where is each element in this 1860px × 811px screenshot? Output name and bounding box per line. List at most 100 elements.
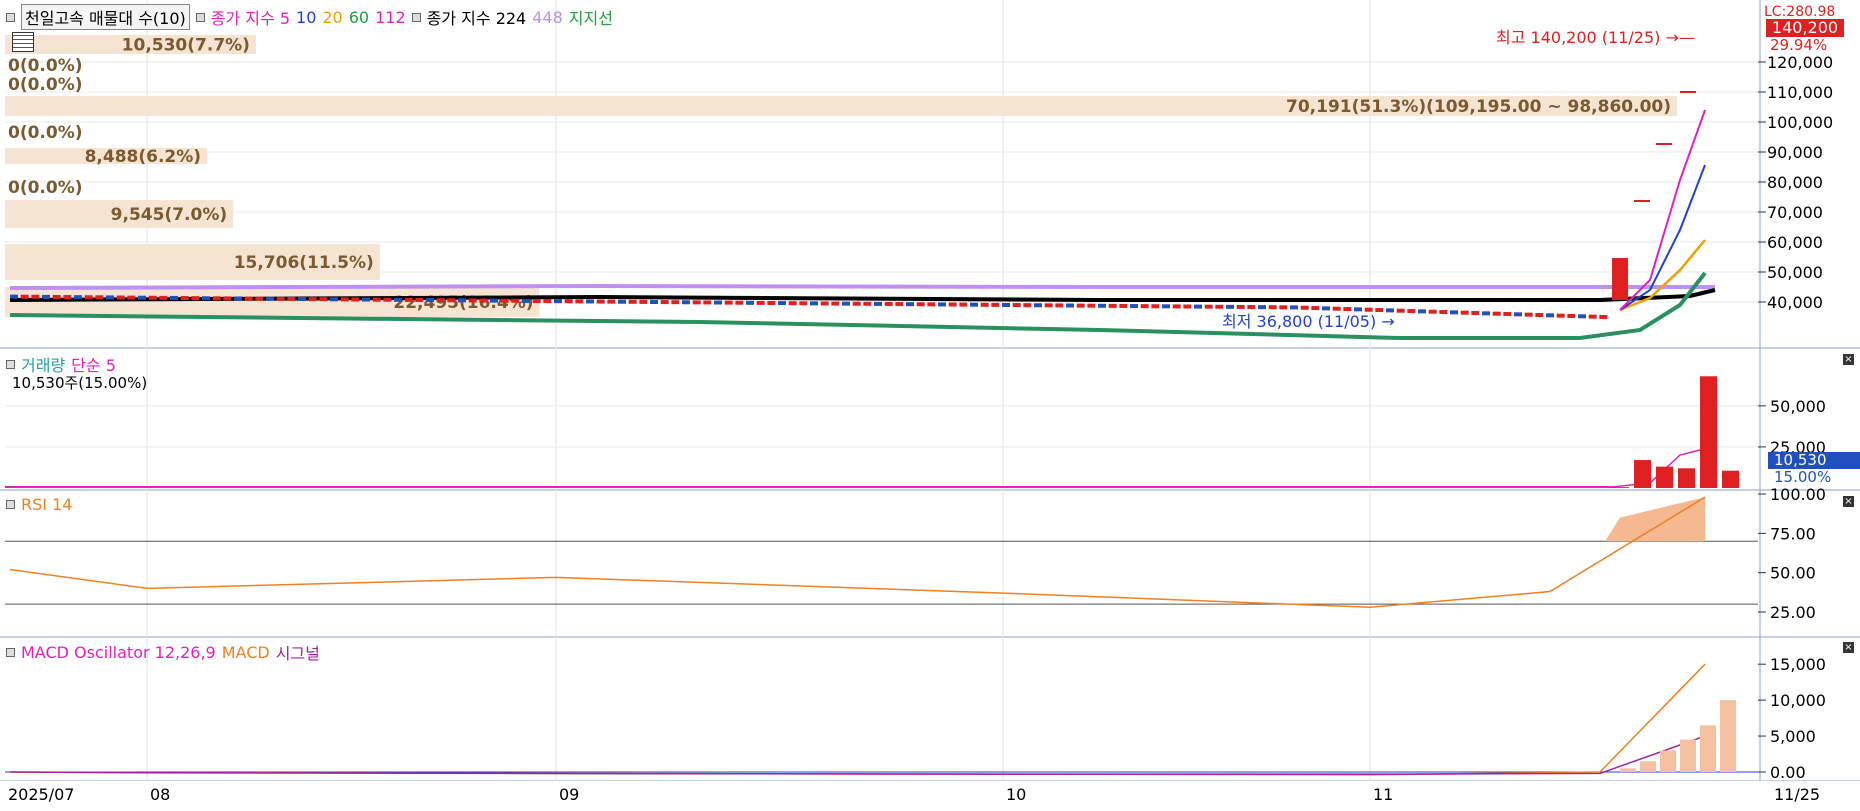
y-tick-label: 60,000 [1767, 233, 1823, 252]
x-current-label: 11/25 [1774, 785, 1820, 804]
ma448-line [9, 283, 1715, 290]
volume-profile-label: 0(0.0%) [8, 75, 83, 95]
candle [1578, 314, 1586, 319]
candle [244, 296, 253, 301]
y-tick-label: 100,000 [1767, 113, 1833, 132]
candle [490, 298, 498, 303]
candle [714, 300, 722, 305]
chart-window: 10,530(7.7%) 0(0.0%) 0(0.0%) 70,191(51.3%)(… [0, 0, 1860, 811]
table-icon[interactable] [12, 32, 34, 52]
legend-item: 112 [375, 7, 406, 27]
candle [1194, 304, 1202, 309]
candle [906, 302, 914, 307]
candle [1612, 258, 1628, 300]
candle [703, 300, 712, 305]
macd-histogram-bar [1620, 768, 1636, 772]
y-tick-label: 100.00 [1770, 485, 1826, 504]
candle [1450, 310, 1458, 315]
candle [340, 297, 349, 302]
y-tick-label: 50.00 [1770, 564, 1816, 583]
y-tick-label: 80,000 [1767, 173, 1823, 192]
volume-bar [1612, 487, 1629, 488]
y-tick-label: 50,000 [1767, 263, 1823, 282]
candle [756, 300, 765, 305]
volume-profile-label: 10,530(7.7%) [122, 36, 250, 56]
candle [628, 299, 637, 304]
last-price-label: 140,200 [1766, 19, 1844, 37]
price-panel-title[interactable]: 천일고속 매물대 수(10) [21, 4, 190, 30]
candle [831, 301, 840, 306]
volume-profile-label: 70,191(51.3%)(109,195.00 ~ 98,860.00) [1286, 97, 1671, 117]
candle [1012, 303, 1021, 308]
candle [20, 294, 29, 299]
candle [1492, 311, 1501, 316]
close-icon[interactable]: × [1843, 642, 1854, 653]
candle [810, 301, 818, 306]
candle [884, 301, 893, 306]
candle [10, 294, 18, 299]
candle [1130, 304, 1138, 309]
candle [692, 300, 701, 305]
candle [479, 298, 488, 303]
collapse-icon[interactable] [6, 359, 15, 369]
collapse-icon[interactable] [6, 647, 15, 657]
candle [970, 302, 978, 307]
collapse-icon[interactable] [411, 12, 421, 22]
legend-item: MACD Oscillator 12,26,9 [21, 642, 216, 662]
candle [202, 296, 210, 301]
candle [1482, 311, 1490, 316]
macd-legend: MACD Oscillator 12,26,9 MACD 시그널 [6, 640, 320, 664]
candle [127, 295, 136, 300]
candle [1087, 303, 1096, 308]
candle [511, 298, 520, 303]
candle [1055, 303, 1064, 308]
candle [95, 295, 104, 300]
low-label: 최저 36,800 (11/05) [1222, 312, 1377, 331]
candle [778, 301, 786, 306]
candle [447, 298, 456, 303]
candle [1396, 308, 1405, 313]
volume-profile-label: 0(0.0%) [8, 178, 83, 198]
candle [1514, 312, 1522, 317]
y-tick-label: 10,000 [1770, 691, 1826, 710]
candle [42, 294, 50, 299]
stock-chart[interactable]: 10,530(7.7%)0(0.0%)0(0.0%)70,191(51.3%)(… [0, 0, 1860, 811]
candle [287, 296, 296, 301]
candle [874, 301, 882, 306]
volume-profile-label: 0(0.0%) [8, 123, 83, 143]
candle [308, 297, 317, 302]
candle [1503, 312, 1512, 316]
volume-bar [1678, 468, 1695, 488]
candle [31, 294, 40, 299]
collapse-icon[interactable] [6, 500, 15, 509]
candle [298, 297, 306, 302]
candle [191, 296, 200, 301]
volume-profile-label: 0(0.0%) [8, 56, 83, 76]
x-tick-label: 08 [150, 785, 170, 804]
close-icon[interactable]: × [1843, 354, 1854, 365]
close-icon[interactable]: × [1843, 496, 1854, 507]
legend-item: 10 [296, 7, 317, 27]
volume-profile-label: 8,488(6.2%) [85, 147, 201, 167]
candle [948, 302, 957, 307]
candle [52, 294, 61, 299]
candle [852, 301, 861, 306]
candle [1002, 302, 1010, 307]
candle [618, 299, 626, 304]
candle [1044, 303, 1053, 308]
candle [564, 299, 573, 304]
legend-item: 60 [348, 7, 370, 27]
candle [639, 299, 648, 304]
candle [223, 296, 232, 301]
candle [1439, 310, 1448, 315]
candle [842, 301, 850, 306]
candle [1524, 312, 1533, 317]
candle [1023, 303, 1032, 308]
candle [1418, 309, 1426, 314]
y-tick-label: 50,000 [1770, 397, 1826, 416]
candle [180, 296, 189, 301]
collapse-icon[interactable] [195, 12, 205, 22]
candle [394, 297, 402, 302]
candle [148, 295, 157, 300]
collapse-icon[interactable] [6, 12, 15, 22]
